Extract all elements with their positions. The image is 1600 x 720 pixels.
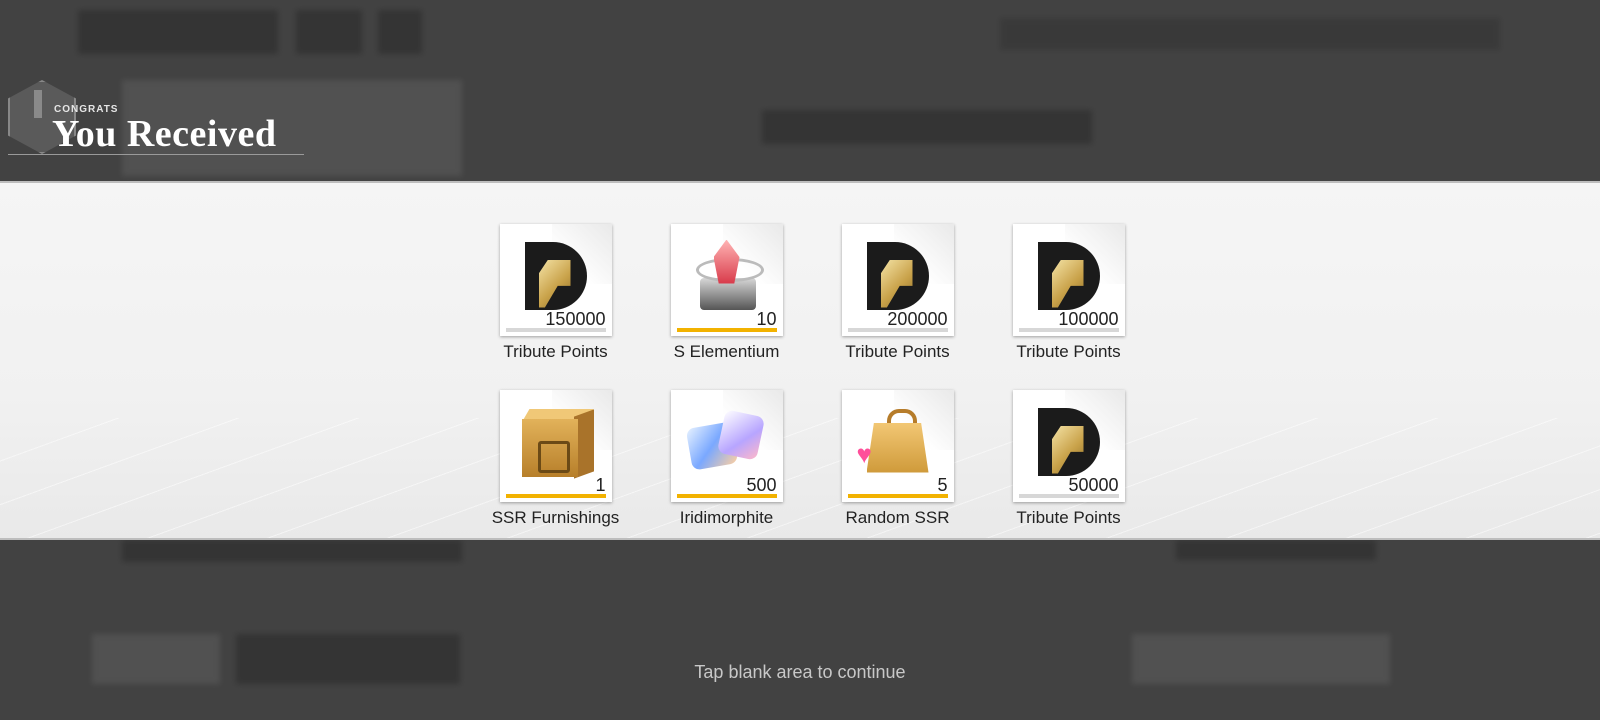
rarity-bar (505, 494, 606, 498)
reward-card[interactable]: 50000 (1012, 390, 1125, 502)
tribute-points-icon (1037, 241, 1100, 310)
reward-quantity: 10 (756, 309, 777, 329)
tribute-points-icon (866, 241, 929, 310)
tribute-points-icon (1037, 407, 1100, 476)
rewards-grid: 150000 Tribute Points 10 S Elementium 20… (470, 224, 1130, 528)
page-title: You Received (52, 113, 277, 155)
reward-name: S Elementium (673, 342, 780, 361)
reward-quantity: 150000 (545, 309, 606, 329)
reward-card[interactable]: ♥ 5 (841, 390, 954, 502)
s-elementium-icon (692, 236, 764, 316)
rarity-bar (847, 494, 948, 498)
reward-card[interactable]: 500 (670, 390, 783, 502)
title-underline (8, 154, 304, 155)
reward-name: Iridimorphite (679, 508, 774, 527)
reward-name: SSR Furnishings (491, 508, 620, 527)
reward-name: Tribute Points (1016, 342, 1121, 361)
reward-quantity: 200000 (887, 309, 948, 329)
reward-item[interactable]: 50000 Tribute Points (983, 390, 1154, 528)
reward-quantity: 1 (595, 475, 606, 495)
reward-card[interactable]: 150000 (499, 224, 612, 336)
reward-quantity: 500 (746, 475, 777, 495)
reward-quantity: 5 (937, 475, 948, 495)
reward-item[interactable]: 100000 Tribute Points (983, 224, 1154, 362)
reward-quantity: 50000 (1068, 475, 1119, 495)
reward-card[interactable]: 1 (499, 390, 612, 502)
reward-item[interactable]: 10 S Elementium (641, 224, 812, 362)
reward-quantity: 100000 (1058, 309, 1119, 329)
reward-card[interactable]: 10 (670, 224, 783, 336)
reward-card[interactable]: 100000 (1012, 224, 1125, 336)
reward-name: Tribute Points (845, 342, 950, 361)
reward-item[interactable]: ♥ 5 Random SSR (812, 390, 983, 528)
reward-name: Tribute Points (1016, 508, 1121, 527)
reward-item[interactable]: 200000 Tribute Points (812, 224, 983, 362)
exclamation-icon (34, 90, 42, 118)
reward-card[interactable]: 200000 (841, 224, 954, 336)
ssr-furnishings-box-icon (518, 405, 594, 479)
tap-to-continue-hint[interactable]: Tap blank area to continue (0, 662, 1600, 683)
reward-item[interactable]: 1 SSR Furnishings (470, 390, 641, 528)
reward-name: Tribute Points (503, 342, 608, 361)
reward-name: Random SSR (845, 508, 950, 527)
iridimorphite-crystal-icon (685, 407, 769, 477)
reward-item[interactable]: 500 Iridimorphite (641, 390, 812, 528)
gift-bag-icon: ♥ (855, 405, 941, 479)
reward-item[interactable]: 150000 Tribute Points (470, 224, 641, 362)
tribute-points-icon (524, 241, 587, 310)
